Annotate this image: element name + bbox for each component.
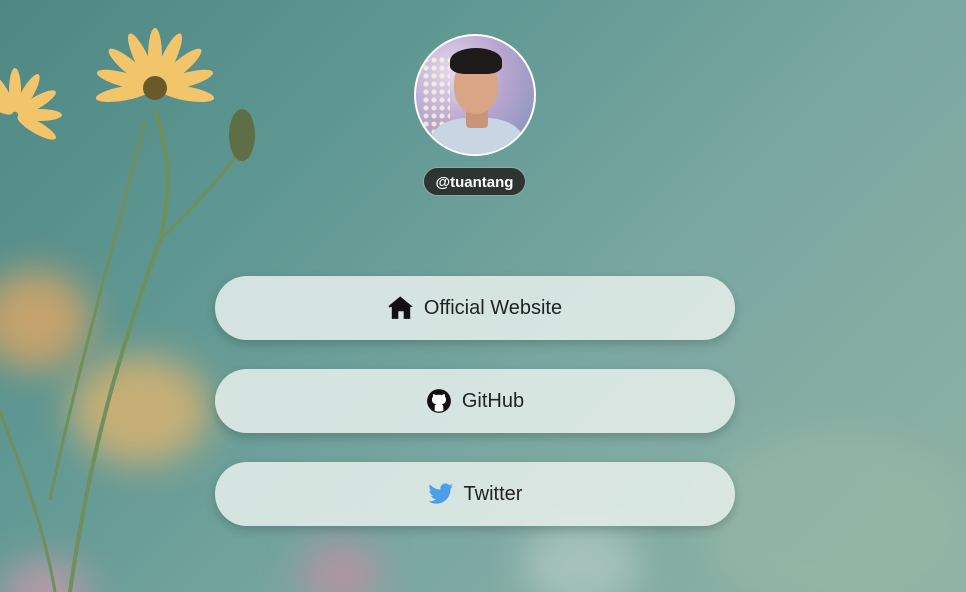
- username-badge: @tuantang: [423, 167, 526, 196]
- twitter-button[interactable]: Twitter: [215, 462, 735, 526]
- avatar: [414, 34, 536, 156]
- background-blur: [700, 430, 960, 592]
- page: @tuantang Official Website GitHub Twitte…: [0, 0, 966, 592]
- github-icon: [426, 388, 452, 414]
- github-label: GitHub: [461, 389, 525, 412]
- background-blur: [520, 520, 640, 592]
- background-blur: [300, 540, 380, 592]
- twitter-icon: [427, 481, 454, 507]
- twitter-label: Twitter: [463, 482, 523, 505]
- official-website-button[interactable]: Official Website: [215, 276, 735, 340]
- official-website-label: Official Website: [423, 296, 563, 319]
- github-button[interactable]: GitHub: [215, 369, 735, 433]
- home-icon: [388, 295, 414, 321]
